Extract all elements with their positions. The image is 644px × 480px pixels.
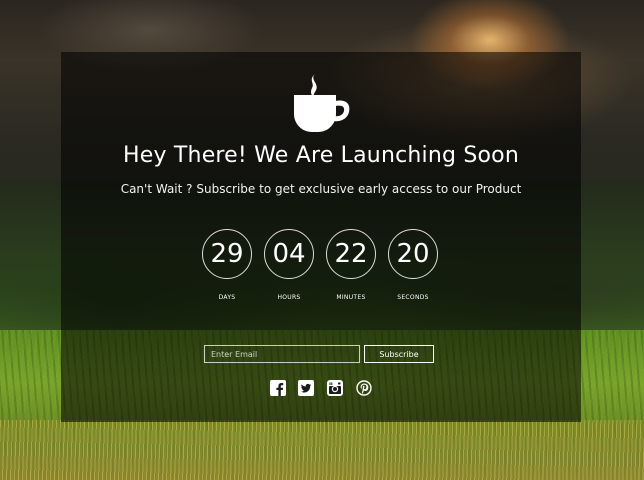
- coffee-cup-icon: [294, 74, 350, 132]
- facebook-icon[interactable]: [270, 380, 286, 396]
- countdown-days: 29: [202, 229, 252, 279]
- instagram-icon[interactable]: [327, 380, 343, 396]
- page-title: Hey There! We Are Launching Soon: [123, 143, 519, 168]
- countdown-seconds-label: SECONDS: [397, 294, 429, 301]
- grass-tips: [0, 420, 644, 480]
- email-input[interactable]: [204, 345, 360, 363]
- countdown-seconds: 20: [388, 229, 438, 279]
- twitter-icon[interactable]: [298, 380, 314, 396]
- countdown-hours-label: HOURS: [277, 294, 301, 301]
- countdown-days-label: DAYS: [218, 294, 236, 301]
- page-subtitle: Can't Wait ? Subscribe to get exclusive …: [120, 182, 522, 196]
- countdown-minutes: 22: [326, 229, 376, 279]
- countdown-minutes-label: MINUTES: [336, 294, 366, 301]
- pinterest-icon[interactable]: [356, 380, 372, 396]
- countdown-hours: 04: [264, 229, 314, 279]
- subscribe-button[interactable]: Subscribe: [364, 345, 434, 363]
